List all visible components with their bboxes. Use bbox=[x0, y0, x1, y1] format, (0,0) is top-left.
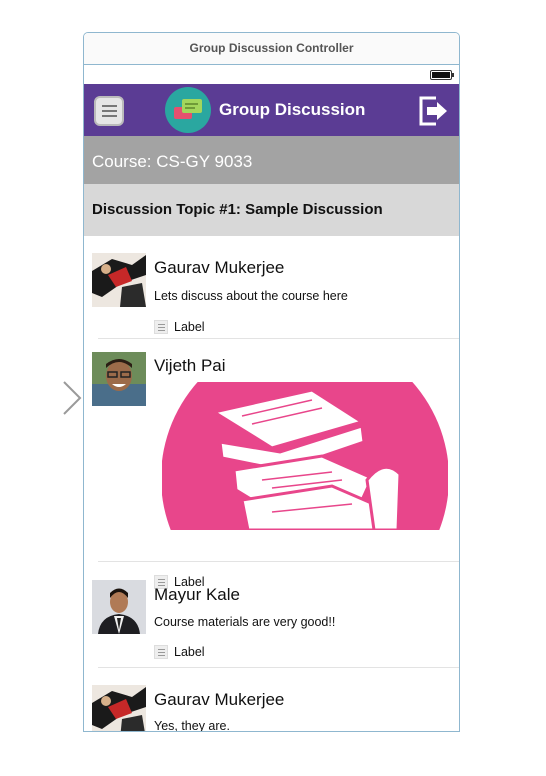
avatar bbox=[92, 253, 146, 307]
label-text: Label bbox=[174, 644, 205, 659]
avatar bbox=[92, 685, 146, 731]
message-text: Lets discuss about the course here bbox=[154, 289, 348, 303]
author-name: Mayur Kale bbox=[154, 585, 240, 604]
nav-title: Group Discussion bbox=[219, 100, 366, 119]
discussion-topic-header: Discussion Topic #1: Sample Discussion bbox=[84, 184, 459, 236]
message-text: Course materials are very good!! bbox=[154, 615, 336, 629]
label-icon bbox=[154, 319, 168, 334]
post-label: Label bbox=[154, 643, 205, 659]
author-name: Vijeth Pai bbox=[154, 356, 226, 375]
avatar bbox=[92, 352, 146, 406]
list-item[interactable]: Gaurav Mukerjee Lets discuss about the c… bbox=[84, 236, 459, 339]
status-bar bbox=[84, 65, 459, 85]
navigation-bar: Group Discussion bbox=[84, 84, 459, 136]
logout-button[interactable] bbox=[418, 95, 450, 127]
scene-title: Group Discussion Controller bbox=[84, 33, 459, 65]
post-label: Label bbox=[154, 318, 205, 334]
label-icon bbox=[154, 644, 168, 659]
initial-view-controller-arrow bbox=[0, 381, 82, 415]
course-header: Course: CS-GY 9033 bbox=[84, 136, 459, 184]
battery-icon bbox=[430, 70, 454, 80]
view-controller-scene: Group Discussion Controller Group Discus… bbox=[83, 32, 460, 732]
list-item[interactable]: Mayur Kale Course materials are very goo… bbox=[84, 562, 459, 668]
menu-button[interactable] bbox=[94, 96, 124, 126]
chat-bubbles-icon bbox=[165, 87, 211, 133]
label-text: Label bbox=[174, 319, 205, 334]
avatar bbox=[92, 580, 146, 634]
author-name: Gaurav Mukerjee bbox=[154, 258, 285, 277]
message-text: Yes, they are. bbox=[154, 719, 230, 732]
author-name: Gaurav Mukerjee bbox=[154, 690, 285, 709]
list-item[interactable]: Vijeth Pai Label bbox=[84, 339, 459, 589]
post-image bbox=[162, 382, 448, 530]
list-item[interactable]: Gaurav Mukerjee Yes, they are. bbox=[84, 668, 459, 732]
